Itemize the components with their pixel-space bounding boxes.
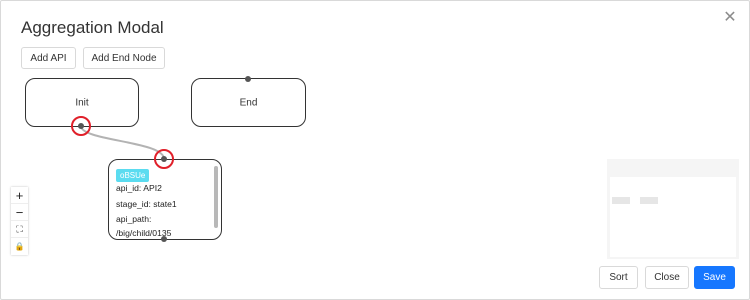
minimap-node — [640, 197, 658, 204]
init-node-label: Init — [75, 97, 89, 108]
end-target-handle[interactable] — [245, 76, 251, 82]
api-node[interactable]: oBSUe api_id: API2 stage_id: state1 api_… — [108, 159, 222, 240]
minimap[interactable] — [607, 159, 739, 259]
end-node[interactable]: End — [191, 78, 306, 127]
end-node-label: End — [239, 97, 258, 108]
edge-init-to-api — [80, 125, 165, 160]
close-button[interactable]: Close — [645, 266, 689, 289]
highlight-ring — [71, 116, 91, 136]
add-api-button[interactable]: Add API — [21, 47, 76, 69]
zoom-out-button[interactable]: − — [11, 204, 28, 221]
minimap-node — [612, 197, 630, 204]
close-icon[interactable]: ✕ — [722, 10, 738, 26]
api-id-text: api_id: API2 — [116, 183, 162, 193]
api-node-tag: oBSUe — [116, 169, 150, 182]
api-node-scrollbar[interactable] — [214, 166, 218, 228]
highlight-ring — [154, 149, 174, 169]
lock-button[interactable]: 🔒 — [11, 238, 28, 255]
canvas-controls: + − ⛶ 🔒 — [11, 187, 28, 255]
stage-id-text: stage_id: state1 — [116, 199, 177, 209]
minimap-viewport — [610, 177, 736, 257]
modal-title: Aggregation Modal — [21, 18, 164, 37]
api-source-handle[interactable] — [161, 236, 167, 242]
fit-view-button[interactable]: ⛶ — [11, 221, 28, 238]
save-button[interactable]: Save — [694, 266, 735, 289]
aggregation-modal: Aggregation Modal ✕ Add API Add End Node… — [0, 0, 750, 300]
add-end-node-button[interactable]: Add End Node — [83, 47, 165, 69]
api-path-label: api_path: — [116, 214, 152, 224]
zoom-in-button[interactable]: + — [11, 187, 28, 204]
sort-button[interactable]: Sort — [599, 266, 638, 289]
